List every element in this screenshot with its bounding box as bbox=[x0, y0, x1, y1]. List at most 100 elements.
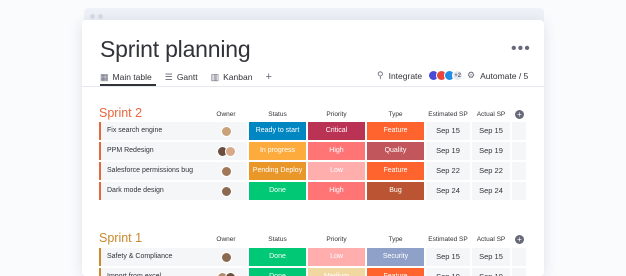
add-view-button[interactable]: + bbox=[265, 71, 271, 83]
more-options-icon[interactable]: ••• bbox=[511, 40, 531, 58]
column-header-estimated-sp[interactable]: Estimated SP bbox=[426, 111, 470, 118]
column-header-type[interactable]: Type bbox=[367, 111, 424, 118]
estimated-sp-cell[interactable]: Sep 15 bbox=[426, 122, 470, 140]
column-header-status[interactable]: Status bbox=[249, 236, 306, 243]
item-name[interactable]: Fix search engine bbox=[101, 122, 205, 140]
priority-label[interactable]: High bbox=[308, 182, 365, 200]
item-name[interactable]: Safety & Compliance bbox=[101, 248, 205, 266]
automate-button[interactable]: ⚙ Automate / 5 bbox=[467, 70, 528, 81]
table-icon: ▦ bbox=[100, 71, 109, 82]
integrate-label: Integrate bbox=[388, 70, 423, 81]
type-label[interactable]: Feature bbox=[367, 162, 424, 180]
add-column-icon[interactable]: + bbox=[515, 110, 524, 119]
type-label[interactable]: Feature bbox=[367, 268, 424, 276]
priority-label[interactable]: Low bbox=[308, 162, 365, 180]
tab-label: Main table bbox=[112, 72, 152, 82]
table-row[interactable]: PPM Redesign In progress High Quality Se… bbox=[99, 142, 529, 160]
priority-label[interactable]: Critical bbox=[308, 122, 365, 140]
status-label[interactable]: Done bbox=[249, 182, 306, 200]
owner-cell[interactable] bbox=[205, 162, 247, 180]
integrate-button[interactable]: ⚲ Integrate +2 bbox=[377, 70, 464, 81]
row-end-cell bbox=[512, 162, 526, 180]
type-label[interactable]: Security bbox=[367, 248, 424, 266]
board-title: Sprint planning bbox=[100, 36, 251, 62]
column-header-status[interactable]: Status bbox=[249, 111, 306, 118]
status-label[interactable]: Pending Deploy bbox=[249, 162, 306, 180]
item-name[interactable]: Import from excel bbox=[101, 268, 205, 276]
tab-main-table[interactable]: ▦ Main table bbox=[100, 72, 152, 83]
avatar bbox=[220, 165, 232, 177]
avatar bbox=[220, 251, 232, 263]
item-name[interactable]: Dark mode design bbox=[101, 182, 205, 200]
robot-icon: ⚙ bbox=[467, 70, 476, 80]
owner-cell[interactable] bbox=[205, 248, 247, 266]
column-header-owner[interactable]: Owner bbox=[205, 236, 247, 243]
integration-count: +2 bbox=[452, 70, 464, 81]
avatar bbox=[224, 145, 236, 157]
group-title[interactable]: Sprint 2 bbox=[99, 106, 142, 120]
estimated-sp-cell[interactable]: Sep 24 bbox=[426, 182, 470, 200]
tab-kanban[interactable]: ▥ Kanban bbox=[211, 72, 253, 83]
table-row[interactable]: Fix search engine Ready to start Critica… bbox=[99, 122, 529, 140]
tab-divider bbox=[82, 86, 544, 87]
table-row[interactable]: Import from excel Done Medium Feature Se… bbox=[99, 268, 529, 276]
column-header-priority[interactable]: Priority bbox=[308, 111, 365, 118]
owner-cell[interactable] bbox=[205, 182, 247, 200]
board-card: Sprint planning ••• ▦ Main table ☰ Gantt… bbox=[82, 20, 544, 276]
tab-label: Kanban bbox=[223, 72, 253, 82]
automate-label: Automate / 5 bbox=[480, 70, 529, 81]
avatar bbox=[220, 125, 232, 137]
tab-gantt[interactable]: ☰ Gantt bbox=[165, 72, 198, 83]
column-header-owner[interactable]: Owner bbox=[205, 111, 247, 118]
actual-sp-cell[interactable]: Sep 19 bbox=[472, 268, 510, 276]
table-row[interactable]: Safety & Compliance Done Low Security Se… bbox=[99, 248, 529, 266]
column-header-type[interactable]: Type bbox=[367, 236, 424, 243]
row-end-cell bbox=[512, 122, 526, 140]
owner-cell[interactable] bbox=[205, 122, 247, 140]
column-header-estimated-sp[interactable]: Estimated SP bbox=[426, 236, 470, 243]
owner-cell[interactable] bbox=[205, 142, 247, 160]
status-label[interactable]: Ready to start bbox=[249, 122, 306, 140]
column-header-actual-sp[interactable]: Actual SP bbox=[472, 111, 510, 118]
view-tabs: ▦ Main table ☰ Gantt ▥ Kanban + bbox=[100, 69, 272, 85]
priority-label[interactable]: Medium bbox=[308, 268, 365, 276]
priority-label[interactable]: Low bbox=[308, 248, 365, 266]
actual-sp-cell[interactable]: Sep 15 bbox=[472, 248, 510, 266]
avatar bbox=[220, 185, 232, 197]
type-label[interactable]: Bug bbox=[367, 182, 424, 200]
estimated-sp-cell[interactable]: Sep 15 bbox=[426, 248, 470, 266]
owner-cell[interactable] bbox=[205, 268, 247, 276]
estimated-sp-cell[interactable]: Sep 22 bbox=[426, 162, 470, 180]
status-label[interactable]: Done bbox=[249, 248, 306, 266]
type-label[interactable]: Feature bbox=[367, 122, 424, 140]
window-dot bbox=[98, 14, 103, 19]
type-label[interactable]: Quality bbox=[367, 142, 424, 160]
item-name[interactable]: PPM Redesign bbox=[101, 142, 205, 160]
tab-label: Gantt bbox=[176, 72, 198, 82]
window-dot bbox=[90, 14, 95, 19]
integration-logos: +2 bbox=[428, 70, 464, 81]
actual-sp-cell[interactable]: Sep 22 bbox=[472, 162, 510, 180]
actual-sp-cell[interactable]: Sep 15 bbox=[472, 122, 510, 140]
table-row[interactable]: Dark mode design Done High Bug Sep 24 Se… bbox=[99, 182, 529, 200]
row-end-cell bbox=[512, 142, 526, 160]
table-row[interactable]: Salesforce permissions bug Pending Deplo… bbox=[99, 162, 529, 180]
column-header-priority[interactable]: Priority bbox=[308, 236, 365, 243]
gantt-icon: ☰ bbox=[164, 71, 173, 82]
estimated-sp-cell[interactable]: Sep 19 bbox=[426, 268, 470, 276]
kanban-icon: ▥ bbox=[210, 71, 220, 82]
row-end-cell bbox=[512, 182, 526, 200]
status-label[interactable]: In progress bbox=[249, 142, 306, 160]
row-end-cell bbox=[512, 248, 526, 266]
status-label[interactable]: Done bbox=[249, 268, 306, 276]
item-name[interactable]: Salesforce permissions bug bbox=[101, 162, 205, 180]
actual-sp-cell[interactable]: Sep 19 bbox=[472, 142, 510, 160]
avatar bbox=[224, 271, 236, 276]
priority-label[interactable]: High bbox=[308, 142, 365, 160]
actual-sp-cell[interactable]: Sep 24 bbox=[472, 182, 510, 200]
add-column-icon[interactable]: + bbox=[515, 235, 524, 244]
estimated-sp-cell[interactable]: Sep 19 bbox=[426, 142, 470, 160]
row-end-cell bbox=[512, 268, 526, 276]
column-header-actual-sp[interactable]: Actual SP bbox=[472, 236, 510, 243]
group-title[interactable]: Sprint 1 bbox=[99, 231, 142, 245]
